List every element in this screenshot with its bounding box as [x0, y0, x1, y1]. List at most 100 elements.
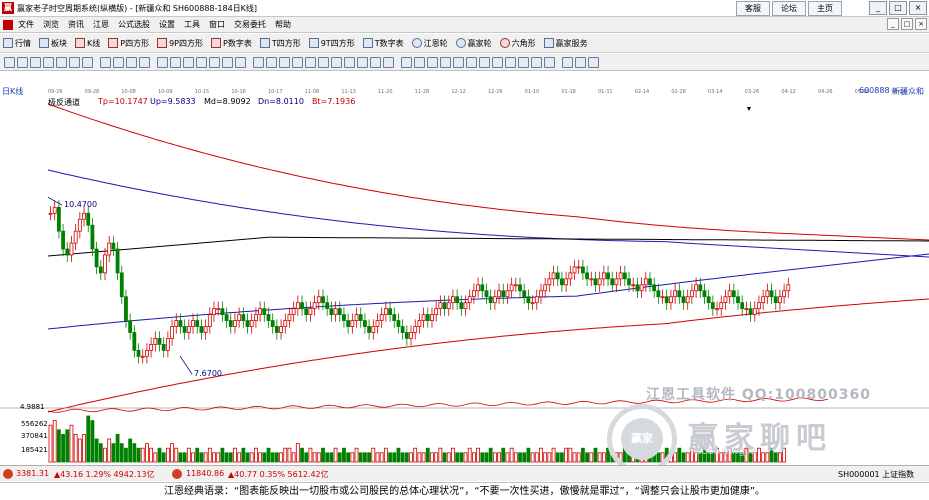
table-icon[interactable]	[562, 57, 573, 68]
volume-bar	[333, 447, 338, 463]
chart-icon[interactable]	[453, 57, 464, 68]
menu-news[interactable]: 资讯	[68, 19, 84, 31]
toolbar-p-square-button[interactable]: P四方形	[108, 38, 149, 49]
child-close-button[interactable]: ×	[915, 18, 927, 30]
toolbar-9t-square-button[interactable]: 9T四方形	[308, 38, 355, 49]
chart-icon[interactable]	[544, 57, 555, 68]
menu-settings[interactable]: 设置	[159, 19, 175, 31]
candle-body	[186, 326, 191, 333]
forum-link[interactable]: 论坛	[772, 1, 806, 16]
ruler-icon[interactable]	[43, 57, 54, 68]
rect-icon[interactable]	[318, 57, 329, 68]
toolbar-service-button[interactable]: 赢家服务	[543, 38, 588, 49]
candle-body	[379, 314, 384, 321]
nav-last-icon[interactable]	[139, 57, 150, 68]
status-bar: 3381.31 ▲43.16 1.29% 4942.13亿 11840.86 ▲…	[0, 465, 929, 481]
toolbar-winner-wheel-button[interactable]: 赢家轮	[455, 38, 492, 49]
diamond-icon[interactable]	[183, 57, 194, 68]
candle-body	[82, 212, 86, 220]
diamond-icon[interactable]	[209, 57, 220, 68]
menu-window[interactable]: 窗口	[209, 19, 225, 31]
toolbar-sector-button[interactable]: 板块	[39, 38, 67, 49]
volume-bar	[69, 424, 74, 463]
angle-icon[interactable]	[69, 57, 80, 68]
nav-prev-icon[interactable]	[113, 57, 124, 68]
candle-body	[174, 320, 179, 327]
diamond-icon[interactable]	[170, 57, 181, 68]
chart-icon[interactable]	[518, 57, 529, 68]
diamond-icon[interactable]	[235, 57, 246, 68]
arrow-icon[interactable]	[279, 57, 290, 68]
chart-icon[interactable]	[427, 57, 438, 68]
menu-gann[interactable]: 江恩	[93, 19, 109, 31]
candle-body	[492, 296, 497, 304]
volume-bar	[212, 452, 216, 463]
close-button[interactable]: ×	[909, 1, 927, 15]
chart-icon[interactable]	[414, 57, 425, 68]
toolbar-hexagon-button[interactable]: 六角形	[499, 38, 536, 49]
save-icon[interactable]	[357, 57, 368, 68]
nav-next-icon[interactable]	[126, 57, 137, 68]
volume-bar	[82, 433, 86, 463]
line-icon[interactable]	[292, 57, 303, 68]
toolbar-kline-button[interactable]: K线	[75, 38, 100, 49]
cross-icon[interactable]	[266, 57, 277, 68]
menu-browse[interactable]: 浏览	[43, 19, 59, 31]
wave-icon[interactable]	[17, 57, 28, 68]
chart-icon[interactable]	[401, 57, 412, 68]
gann-fan-icon[interactable]	[56, 57, 67, 68]
child-maximize-button[interactable]: □	[901, 18, 913, 30]
candle-body	[295, 302, 300, 310]
nav-first-icon[interactable]	[100, 57, 111, 68]
link-icon[interactable]	[588, 57, 599, 68]
delete-icon[interactable]	[370, 57, 381, 68]
circle-icon[interactable]	[305, 57, 316, 68]
volume-axis-label: 370841	[21, 432, 48, 440]
menu-tools[interactable]: 工具	[184, 19, 200, 31]
toolbar-quotes-button[interactable]: 行情	[3, 38, 31, 49]
zoom-in-icon[interactable]	[575, 57, 586, 68]
minimize-button[interactable]: _	[869, 1, 887, 15]
index-selector[interactable]: SH000001 上证指数	[838, 469, 914, 480]
maximize-button[interactable]: □	[889, 1, 907, 15]
chart-icon[interactable]	[479, 57, 490, 68]
kline-chart[interactable]: 09-26 09-28 10-08 10-09 10-15 10-16 10-17 11-08…	[0, 86, 929, 464]
volume-bar	[274, 452, 279, 463]
chart-icon[interactable]	[466, 57, 477, 68]
toolbar-t-square-button[interactable]: T四方形	[259, 38, 301, 49]
draw-icon[interactable]	[331, 57, 342, 68]
customer-service-link[interactable]: 客服	[736, 1, 770, 16]
zoom-icon[interactable]	[4, 57, 15, 68]
candle-body	[664, 296, 669, 304]
chart-icon[interactable]	[505, 57, 516, 68]
menu-help[interactable]: 帮助	[275, 19, 291, 31]
volume-bar	[86, 415, 91, 463]
child-minimize-button[interactable]: _	[887, 18, 899, 30]
menu-file[interactable]: 文件	[18, 19, 34, 31]
candle-body	[425, 314, 430, 321]
diamond-icon[interactable]	[222, 57, 233, 68]
hand-icon[interactable]	[253, 57, 264, 68]
toolbar-p-number-button[interactable]: P数字表	[211, 38, 252, 49]
title-bar: 赢 赢家老子时空周期系统(纵横版) - [新疆众和 SH600888-184日K…	[0, 0, 929, 17]
main-toolbar: 行情 板块 K线 P四方形 9P四方形 P数字表 T四方形 9T四方形 T数字表…	[0, 34, 929, 53]
menu-formula[interactable]: 公式选股	[118, 19, 150, 31]
chart-icon[interactable]	[440, 57, 451, 68]
menu-trade[interactable]: 交易委托	[234, 19, 266, 31]
volume-bar	[56, 429, 61, 463]
toolbar-t-number-button[interactable]: T数字表	[362, 38, 404, 49]
toolbar-9p-square-button[interactable]: 9P四方形	[157, 38, 203, 49]
color-icon[interactable]	[383, 57, 394, 68]
candle-body	[639, 284, 644, 292]
diamond-icon[interactable]	[196, 57, 207, 68]
volume-bar	[425, 447, 430, 463]
chart-icon[interactable]	[492, 57, 503, 68]
chart-icon[interactable]	[531, 57, 542, 68]
diamond-icon[interactable]	[157, 57, 168, 68]
candle-body	[585, 272, 589, 280]
homepage-link[interactable]: 主页	[808, 1, 842, 16]
text-icon[interactable]	[344, 57, 355, 68]
cycle-icon[interactable]	[30, 57, 41, 68]
hex-icon[interactable]	[82, 57, 93, 68]
toolbar-gann-wheel-button[interactable]: 江恩轮	[411, 38, 448, 49]
